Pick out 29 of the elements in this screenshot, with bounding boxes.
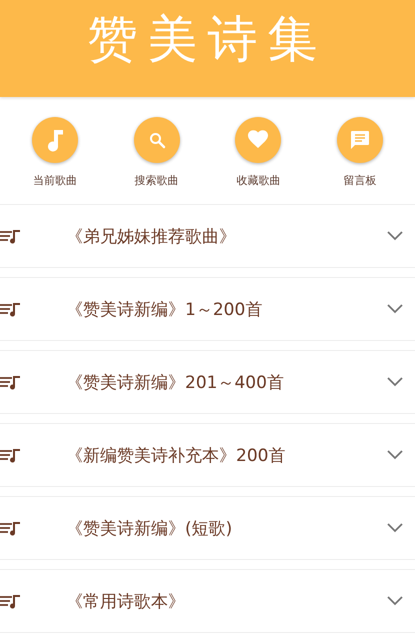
songbook-title: 《赞美诗新编》201～400首: [66, 372, 285, 394]
chevron-icon[interactable]: [387, 450, 403, 460]
playlist-icon: [0, 374, 22, 390]
songbook-title: 《新编赞美诗补充本》200首: [66, 444, 286, 466]
chevron-icon[interactable]: [387, 596, 403, 606]
playlist-icon: [0, 447, 22, 463]
nav-button[interactable]: 搜索歌曲: [112, 117, 202, 188]
songbook-row[interactable]: 《新编赞美诗补充本》200首: [0, 423, 415, 487]
songbook-row[interactable]: 《常用诗歌本》: [0, 569, 415, 633]
songbook-title: 《赞美诗新编》1～200首: [66, 298, 264, 320]
app-title: 赞美诗集: [88, 9, 328, 70]
songbook-row[interactable]: 《赞美诗新编》(短歌): [0, 496, 415, 560]
nav-button[interactable]: 留言板: [315, 117, 406, 188]
songbook-row[interactable]: 《赞美诗新编》1～200首: [0, 277, 415, 341]
playlist-icon: [0, 301, 22, 317]
chevron-icon[interactable]: [387, 304, 403, 314]
playlist-icon: [0, 593, 22, 609]
songbook-title: 《弟兄姊妹推荐歌曲》: [66, 226, 237, 248]
nav-button[interactable]: 收藏歌曲: [213, 117, 304, 188]
chevron-icon[interactable]: [387, 231, 403, 241]
chevron-icon[interactable]: [387, 377, 403, 387]
songbook-row[interactable]: 《赞美诗新编》201～400首: [0, 350, 415, 414]
songbook-title: 《赞美诗新编》(短歌): [66, 518, 234, 540]
nav-button[interactable]: 当前歌曲: [10, 117, 100, 188]
songbook-row[interactable]: 《弟兄姊妹推荐歌曲》: [0, 204, 415, 268]
songbook-title: 《常用诗歌本》: [66, 590, 186, 612]
playlist-icon: [0, 228, 22, 244]
chevron-icon[interactable]: [387, 523, 403, 533]
playlist-icon: [0, 520, 22, 536]
